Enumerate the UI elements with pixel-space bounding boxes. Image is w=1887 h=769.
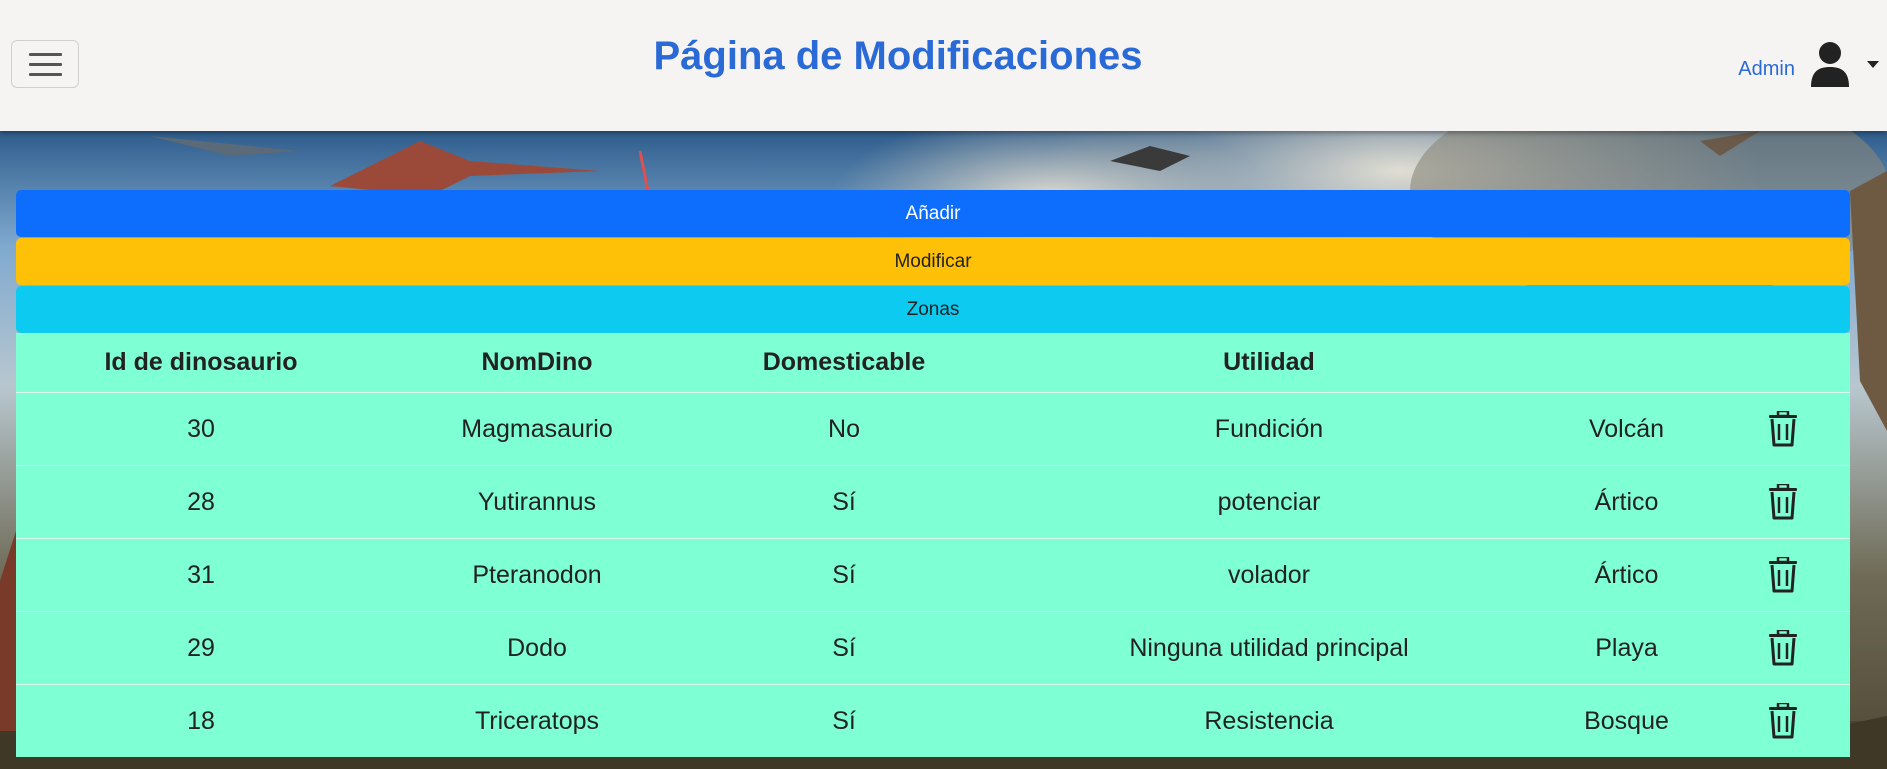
- cell-delete: [1715, 685, 1850, 758]
- cell-zona: Bosque: [1584, 706, 1669, 735]
- table-row: 28 Yutirannus Sí potenciar Ártico: [16, 465, 1850, 539]
- cell-id: 29: [16, 611, 386, 685]
- caret-down-icon[interactable]: [1867, 60, 1879, 68]
- cell-domesticable: Sí: [688, 538, 1000, 612]
- dinosaur-table: Id de dinosaurio NomDino Domesticable Ut…: [16, 333, 1850, 757]
- user-menu[interactable]: Admin: [1738, 38, 1879, 90]
- trash-icon[interactable]: [1768, 557, 1798, 593]
- cell-delete: [1715, 392, 1850, 466]
- cell-utilidad: Fundición: [1000, 392, 1538, 466]
- trash-icon[interactable]: [1768, 703, 1798, 739]
- trash-icon[interactable]: [1768, 411, 1798, 447]
- table-row: 18 Triceratops Sí Resistencia Bosque: [16, 685, 1850, 758]
- cell-delete: [1715, 611, 1850, 685]
- cell-delete: [1715, 465, 1850, 539]
- trash-icon[interactable]: [1768, 630, 1798, 666]
- user-name: Admin: [1738, 57, 1795, 80]
- cell-utilidad: volador: [1000, 538, 1538, 612]
- header-utilidad: Utilidad: [1000, 333, 1538, 393]
- cell-utilidad: Resistencia: [1204, 706, 1334, 735]
- cell-name: Triceratops: [474, 706, 600, 735]
- table-header-row: Id de dinosaurio NomDino Domesticable Ut…: [16, 333, 1850, 393]
- cell-domesticable: Sí: [688, 465, 1000, 539]
- header-zona: [1538, 333, 1715, 393]
- cell-id: 30: [16, 392, 386, 466]
- cell-zona: Ártico: [1538, 465, 1715, 539]
- header-id: Id de dinosaurio: [16, 333, 386, 393]
- table-row: 30 Magmasaurio No Fundición Volcán: [16, 392, 1850, 466]
- cell-name: Yutirannus: [386, 465, 688, 539]
- cell-name: Magmasaurio: [386, 392, 688, 466]
- table-row: 29 Dodo Sí Ninguna utilidad principal Pl…: [16, 611, 1850, 685]
- cell-zona: Volcán: [1538, 392, 1715, 466]
- cell-domesticable: No: [688, 392, 1000, 466]
- header-actions: [1715, 333, 1850, 393]
- cell-id: 18: [187, 706, 215, 735]
- table-row: 31 Pteranodon Sí volador Ártico: [16, 538, 1850, 612]
- cell-domesticable: Sí: [832, 706, 856, 735]
- header-name: NomDino: [386, 333, 688, 393]
- cell-delete: [1715, 538, 1850, 612]
- cell-id: 31: [16, 538, 386, 612]
- add-button[interactable]: Añadir: [16, 190, 1850, 237]
- cell-name: Dodo: [386, 611, 688, 685]
- modifications-panel: Añadir Modificar Zonas Id de dinosaurio …: [16, 190, 1850, 757]
- cell-domesticable: Sí: [688, 611, 1000, 685]
- cell-name: Pteranodon: [386, 538, 688, 612]
- cell-zona: Playa: [1538, 611, 1715, 685]
- modify-button[interactable]: Modificar: [16, 238, 1850, 285]
- cell-id: 28: [16, 465, 386, 539]
- trash-icon[interactable]: [1768, 484, 1798, 520]
- cell-zona: Ártico: [1538, 538, 1715, 612]
- page-title: Página de Modificaciones: [653, 34, 1143, 78]
- cell-utilidad: potenciar: [1000, 465, 1538, 539]
- top-navbar: Página de Modificaciones Admin: [0, 0, 1887, 131]
- zones-button[interactable]: Zonas: [16, 286, 1850, 333]
- user-icon: [1811, 42, 1849, 87]
- cell-utilidad: Ninguna utilidad principal: [1000, 611, 1538, 685]
- header-domesticable: Domesticable: [688, 333, 1000, 393]
